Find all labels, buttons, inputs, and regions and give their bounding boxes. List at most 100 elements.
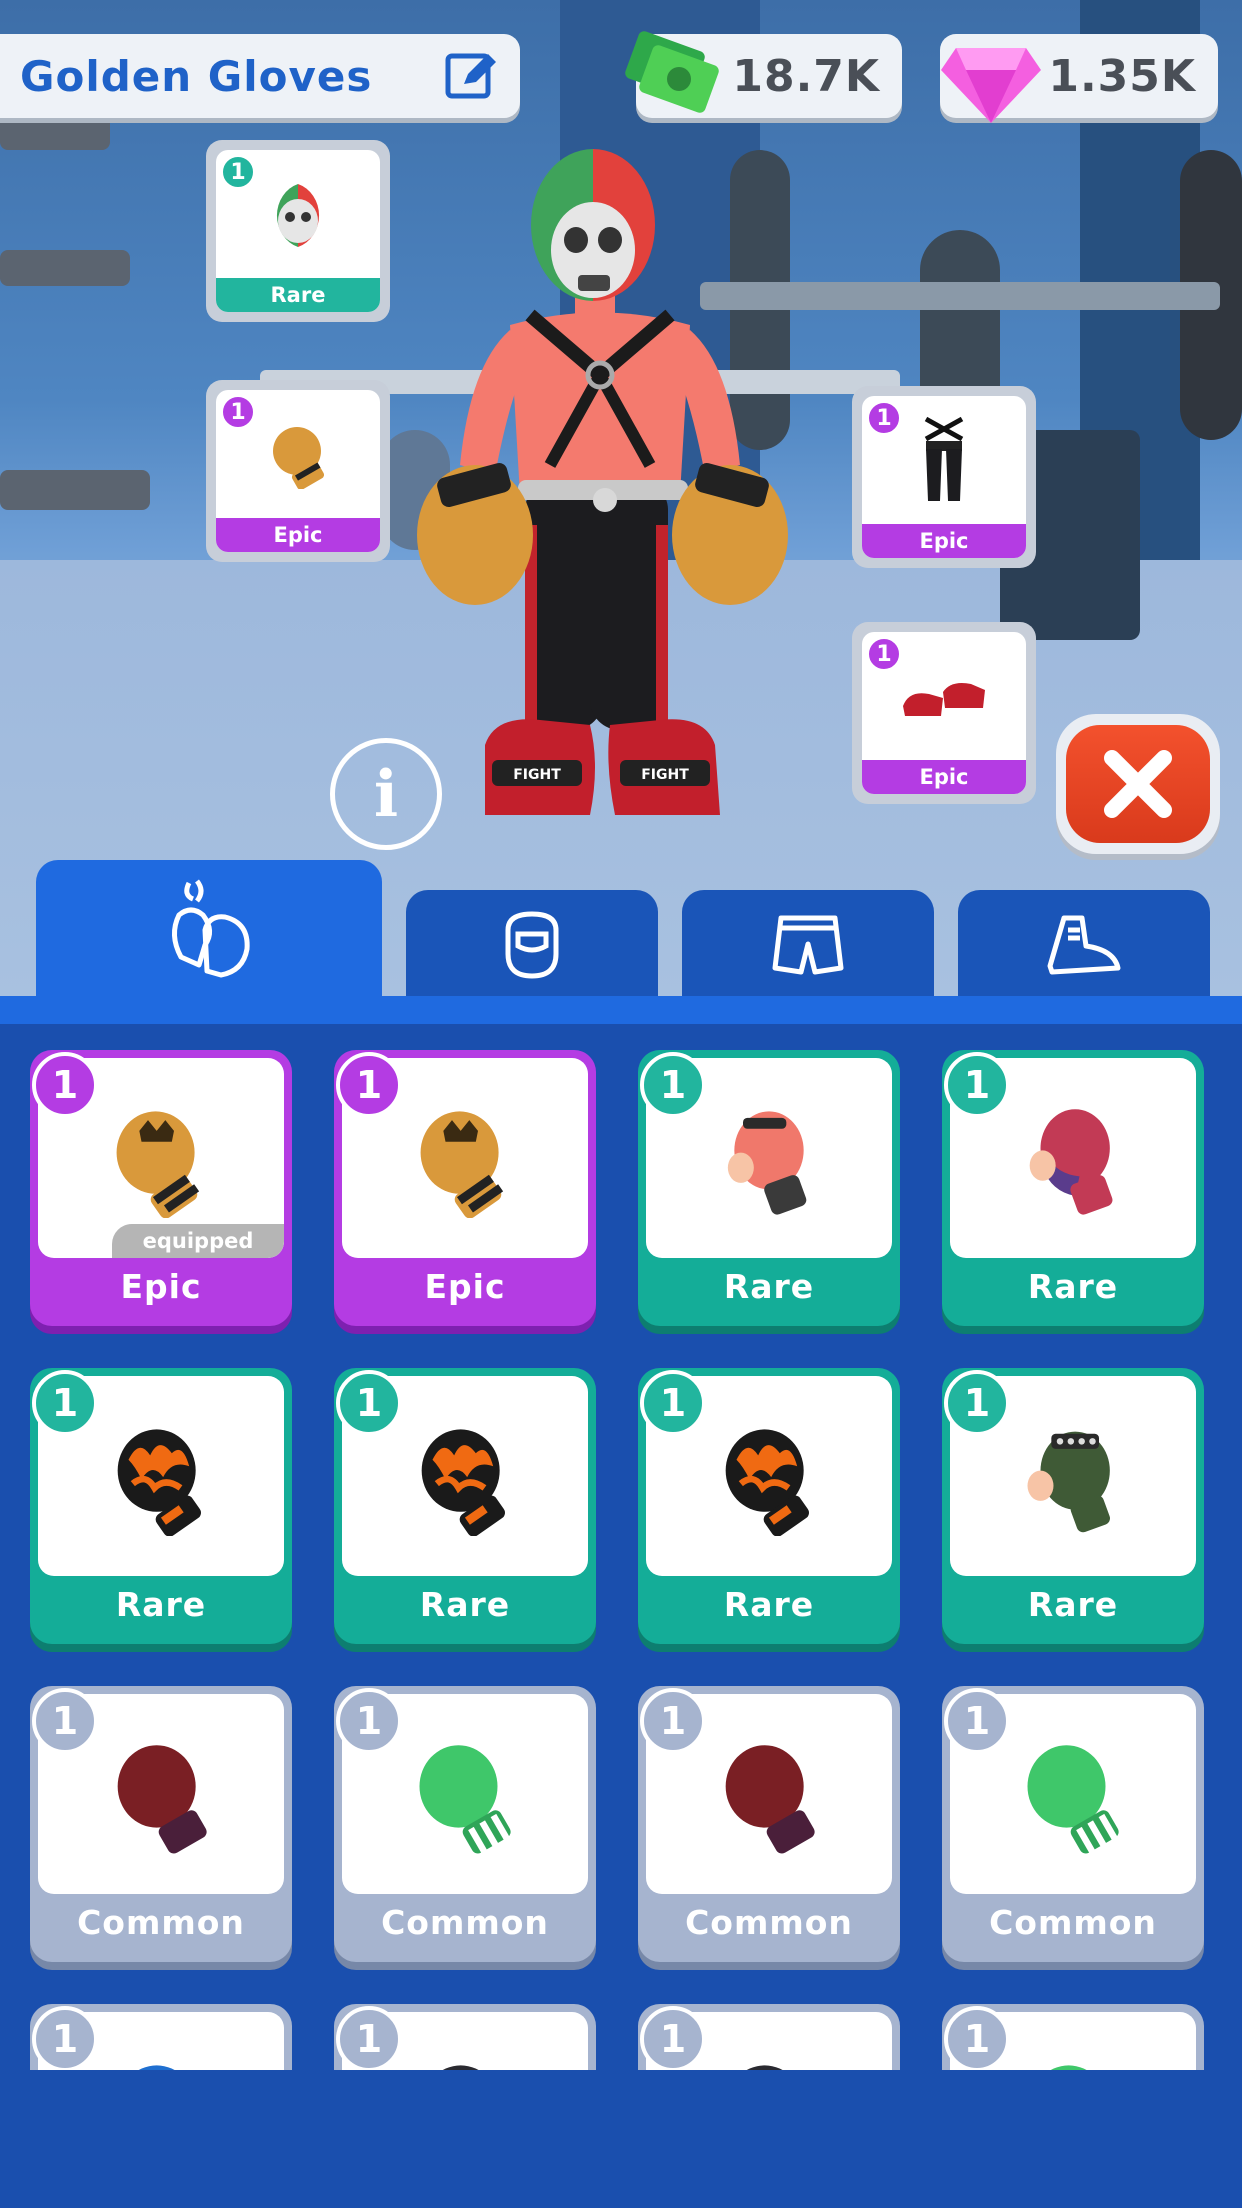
tab-underline xyxy=(0,996,1242,1024)
item-count-badge: 1 xyxy=(336,1688,402,1754)
svg-text:FIGHT: FIGHT xyxy=(641,767,689,783)
gem-amount: 1.35K xyxy=(1048,50,1196,102)
item-card[interactable]: 1 Rare xyxy=(30,1368,292,1644)
glove-black-icon xyxy=(746,2065,783,2070)
outfit-name-bar[interactable]: Golden Gloves xyxy=(0,34,520,118)
gold-glove-icon xyxy=(273,427,325,489)
cash-amount: 18.7K xyxy=(732,50,880,102)
item-card[interactable]: 1Common xyxy=(334,2004,596,2070)
item-card[interactable]: 1Common xyxy=(30,2004,292,2070)
glove-flame-icon xyxy=(117,1429,201,1536)
boxer-character: FIGHT FIGHT xyxy=(417,149,788,815)
tab-gloves[interactable] xyxy=(36,860,382,1000)
tab-headgear[interactable] xyxy=(406,890,658,1000)
item-rarity-label: Rare xyxy=(115,1585,207,1624)
info-button[interactable]: i xyxy=(330,738,442,850)
item-count-badge: 1 xyxy=(640,1052,706,1118)
item-count-badge: 1 xyxy=(640,2006,706,2070)
glove-gold-icon xyxy=(420,1111,504,1218)
glove-flame-icon xyxy=(421,1429,505,1536)
character-preview-scene: FIGHT FIGHT xyxy=(0,0,1242,1000)
item-grid: equipped 1 Epic 1 Epic 1 Rare 1 Rare 1 Rare 1 Rare 1 R… xyxy=(0,1024,1242,2070)
tab-shorts[interactable] xyxy=(682,890,934,1000)
item-card[interactable]: 1Common xyxy=(638,2004,900,2070)
slot-rarity-label: Epic xyxy=(862,760,1026,794)
item-count-badge: 1 xyxy=(866,636,902,672)
item-card[interactable]: 1 Rare xyxy=(942,1368,1204,1644)
head-slot[interactable]: 1 Rare xyxy=(206,140,390,322)
item-card[interactable]: 1 Rare xyxy=(942,1050,1204,1326)
glove-blue-icon xyxy=(138,2065,175,2070)
item-card[interactable]: 1Common xyxy=(30,1686,292,1962)
item-rarity-label: Rare xyxy=(723,1585,815,1624)
item-count-badge: 1 xyxy=(336,1370,402,1436)
item-card[interactable]: 1 Rare xyxy=(638,1368,900,1644)
item-rarity-label: Common xyxy=(685,1903,853,1942)
glove-salmon-icon xyxy=(727,1111,807,1215)
item-rarity-label: Epic xyxy=(120,1267,202,1306)
item-rarity-label: Rare xyxy=(1027,1267,1119,1306)
slot-rarity-label: Rare xyxy=(216,278,380,312)
close-button[interactable] xyxy=(1056,714,1220,854)
slot-rarity-label: Epic xyxy=(862,524,1026,558)
item-count-badge: 1 xyxy=(944,1370,1010,1436)
glove-maroon-icon xyxy=(117,1745,207,1854)
item-count-badge: 1 xyxy=(866,400,902,436)
item-count-badge: 1 xyxy=(32,1370,98,1436)
item-count-badge: 1 xyxy=(944,1688,1010,1754)
glove-olive-mma-icon xyxy=(1027,1431,1110,1533)
item-count-badge: 1 xyxy=(32,1688,98,1754)
item-rarity-label: Common xyxy=(381,1903,549,1942)
shelf xyxy=(0,470,150,510)
item-rarity-label: Rare xyxy=(419,1585,511,1624)
tab-shoes[interactable] xyxy=(958,890,1210,1000)
glove-green-striped-icon xyxy=(1027,1745,1119,1854)
equipped-tag: equipped xyxy=(112,1224,284,1258)
slot-rarity-label: Epic xyxy=(216,518,380,552)
item-card[interactable]: 1 Common xyxy=(334,1686,596,1962)
gem-counter: 1.35K xyxy=(940,34,1218,123)
boxing-gloves-icon xyxy=(172,879,250,978)
item-rarity-label: Rare xyxy=(723,1267,815,1306)
bottom-area xyxy=(0,2070,1242,2208)
item-card[interactable]: 1 Epic xyxy=(334,1050,596,1326)
item-rarity-label: Epic xyxy=(424,1267,506,1306)
edit-icon[interactable] xyxy=(442,46,502,106)
item-count-badge: 1 xyxy=(640,1370,706,1436)
category-tabs xyxy=(0,860,1242,1000)
close-icon xyxy=(1104,750,1172,818)
item-card[interactable]: 1 Common xyxy=(638,1686,900,1962)
outfit-name: Golden Gloves xyxy=(20,51,373,101)
glove-maroon-icon xyxy=(725,1745,815,1854)
cash-counter: 18.7K xyxy=(625,31,902,118)
item-card[interactable]: 1Common xyxy=(942,2004,1204,2070)
item-rarity-label: Common xyxy=(989,1903,1157,1942)
glove-green-icon xyxy=(1050,2065,1087,2070)
glove-black-icon xyxy=(442,2065,479,2070)
item-count-badge: 1 xyxy=(640,1688,706,1754)
item-rarity-label: Rare xyxy=(1027,1585,1119,1624)
glove-gold-icon xyxy=(116,1111,200,1218)
item-card[interactable]: 1 Rare xyxy=(334,1368,596,1644)
glove-flame-icon xyxy=(725,1429,809,1536)
item-card[interactable]: 1 Rare xyxy=(638,1050,900,1326)
pants-icon xyxy=(924,416,964,501)
item-count-badge: 1 xyxy=(336,2006,402,2070)
pants-slot[interactable]: 1 Epic xyxy=(852,386,1036,568)
cash-icon xyxy=(625,31,719,113)
item-count-badge: 1 xyxy=(220,394,256,430)
item-card[interactable]: 1 Common xyxy=(942,1686,1204,1962)
shoes-slot[interactable]: 1 Epic xyxy=(852,622,1036,804)
mask-icon xyxy=(276,184,320,247)
item-count-badge: 1 xyxy=(220,154,256,190)
shelf xyxy=(0,250,130,286)
item-card[interactable]: equipped 1 Epic xyxy=(30,1050,292,1326)
item-count-badge: 1 xyxy=(944,1052,1010,1118)
boots-icon xyxy=(1047,915,1121,975)
item-count-badge: 1 xyxy=(336,1052,402,1118)
glove-green-striped-icon xyxy=(419,1745,511,1854)
gem-icon xyxy=(941,48,1041,123)
gloves-slot[interactable]: 1 Epic xyxy=(206,380,390,562)
svg-text:FIGHT: FIGHT xyxy=(513,767,561,783)
info-icon: i xyxy=(373,756,399,832)
